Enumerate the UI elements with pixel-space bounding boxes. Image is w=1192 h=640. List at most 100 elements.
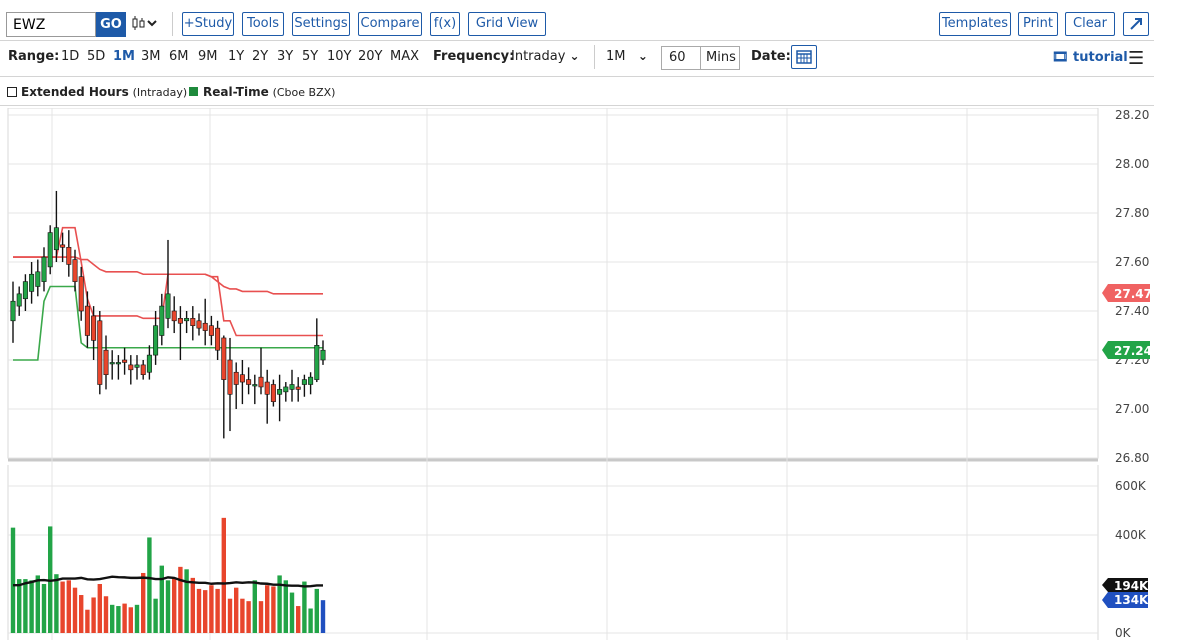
range-3y[interactable]: 3Y: [277, 49, 293, 64]
candle-body: [233, 371, 239, 385]
candle-body: [202, 322, 208, 331]
candle-body: [196, 320, 202, 329]
volume-bar: [240, 598, 245, 633]
extended-hours-option[interactable]: Extended Hours (Intraday): [21, 85, 187, 99]
candle-body: [78, 276, 84, 312]
volume-bar: [289, 592, 295, 633]
realtime-option: Real-Time (Cboe BZX): [203, 85, 335, 99]
range-5d[interactable]: 5D: [87, 49, 105, 64]
volume-bar: [54, 574, 59, 633]
volume-bar: [10, 527, 16, 633]
candle-body: [177, 318, 183, 324]
volume-tick-label: 600K: [1115, 479, 1147, 493]
toolbar-divider: [0, 76, 1154, 77]
volume-bar: [172, 577, 177, 633]
avg-volume-text: 194K: [1114, 579, 1149, 593]
extended-hours-checkbox[interactable]: [7, 87, 17, 97]
candle-body: [227, 359, 233, 395]
price-tick-label: 26.80: [1115, 451, 1149, 465]
volume-bar: [252, 580, 257, 633]
chart-grid: [7, 108, 1099, 640]
volume-bar: [209, 585, 214, 633]
candle-body: [221, 337, 227, 380]
y-axis: 28.2028.0027.8027.6027.4027.2027.0026.80…: [1115, 108, 1149, 640]
tutorial-link[interactable]: 🎞 tutorial: [1052, 50, 1128, 65]
go-button[interactable]: GO: [96, 12, 126, 37]
templates-button[interactable]: Templates: [939, 12, 1011, 36]
volume-bar: [265, 585, 270, 633]
fx-button[interactable]: f(x): [430, 12, 460, 36]
candle-body: [258, 376, 264, 388]
calendar-icon[interactable]: [791, 45, 817, 69]
candle-body: [72, 259, 78, 282]
expand-arrow-icon[interactable]: [1123, 12, 1149, 36]
candle-body: [159, 305, 165, 336]
candlestick-icon[interactable]: [132, 16, 160, 33]
range-1d[interactable]: 1D: [61, 49, 79, 64]
price-tick-label: 28.20: [1115, 108, 1149, 122]
range-2y[interactable]: 2Y: [252, 49, 268, 64]
range-1y[interactable]: 1Y: [228, 49, 244, 64]
hamburger-menu-icon[interactable]: ☰: [1128, 48, 1144, 69]
volume-bar: [60, 581, 65, 633]
range-20y[interactable]: 20Y: [358, 49, 382, 64]
range-max[interactable]: MAX: [390, 49, 419, 64]
volume-bar: [85, 609, 90, 633]
price-tick-label: 27.00: [1115, 402, 1149, 416]
add-study-button[interactable]: +Study: [182, 12, 234, 36]
candle-body: [53, 227, 59, 251]
candle-body: [66, 247, 72, 265]
candle-body: [97, 320, 103, 385]
candle-body: [16, 293, 22, 307]
candle-body: [84, 305, 90, 336]
range-5y[interactable]: 5Y: [302, 49, 318, 64]
price-tick-label: 28.00: [1115, 157, 1149, 171]
volume-bar: [190, 577, 195, 633]
range-10y[interactable]: 10Y: [327, 49, 351, 64]
interval-unit[interactable]: Mins: [700, 46, 740, 70]
candle-body: [122, 359, 128, 363]
top-toolbar: GO +Study Tools Settings Compare f(x) Gr…: [0, 0, 1192, 42]
tools-button[interactable]: Tools: [242, 12, 284, 36]
candle-body: [301, 379, 307, 385]
volume-bar: [147, 537, 152, 633]
range-1m[interactable]: 1M: [113, 49, 135, 64]
grid-view-button[interactable]: Grid View: [468, 12, 546, 36]
chevron-down-icon: ⌄: [569, 49, 580, 63]
volume-bar: [122, 603, 127, 633]
price-chart[interactable]: 28.2028.0027.8027.6027.4027.2027.0026.80…: [0, 108, 1192, 640]
range-3m[interactable]: 3M: [141, 49, 161, 64]
candle-body: [264, 381, 270, 395]
candle-body: [270, 384, 276, 402]
volume-bar: [79, 595, 84, 633]
volume-bar: [153, 598, 158, 633]
symbol-input[interactable]: [6, 12, 96, 37]
candle-body: [165, 293, 171, 319]
volume-tick-label: 0K: [1115, 626, 1132, 640]
interval-input[interactable]: 60: [661, 46, 701, 70]
frequency-dropdown[interactable]: Intraday ⌄: [511, 49, 580, 64]
volume-bar: [103, 596, 109, 633]
volume-bar: [66, 580, 71, 633]
period-dropdown[interactable]: 1M ⌄: [606, 49, 648, 64]
volume-bar: [234, 587, 239, 633]
clear-button[interactable]: Clear: [1065, 12, 1115, 36]
compare-button[interactable]: Compare: [358, 12, 422, 36]
volume-bar: [246, 601, 251, 633]
realtime-note: (Cboe BZX): [272, 86, 336, 99]
print-button[interactable]: Print: [1018, 12, 1058, 36]
volume-bar: [283, 580, 288, 633]
volume-bar: [258, 601, 264, 633]
candle-body: [35, 271, 41, 287]
volume-bar: [29, 580, 34, 633]
candle-body: [277, 389, 283, 395]
volume-bar: [215, 588, 220, 633]
volume-bar: [141, 572, 146, 633]
range-9m[interactable]: 9M: [198, 49, 218, 64]
chevron-down-icon: ⌄: [637, 49, 648, 63]
frequency-value: Intraday: [511, 49, 566, 64]
candle-body: [320, 349, 326, 361]
settings-button[interactable]: Settings: [292, 12, 350, 36]
volume-bar: [296, 606, 301, 633]
range-6m[interactable]: 6M: [169, 49, 189, 64]
